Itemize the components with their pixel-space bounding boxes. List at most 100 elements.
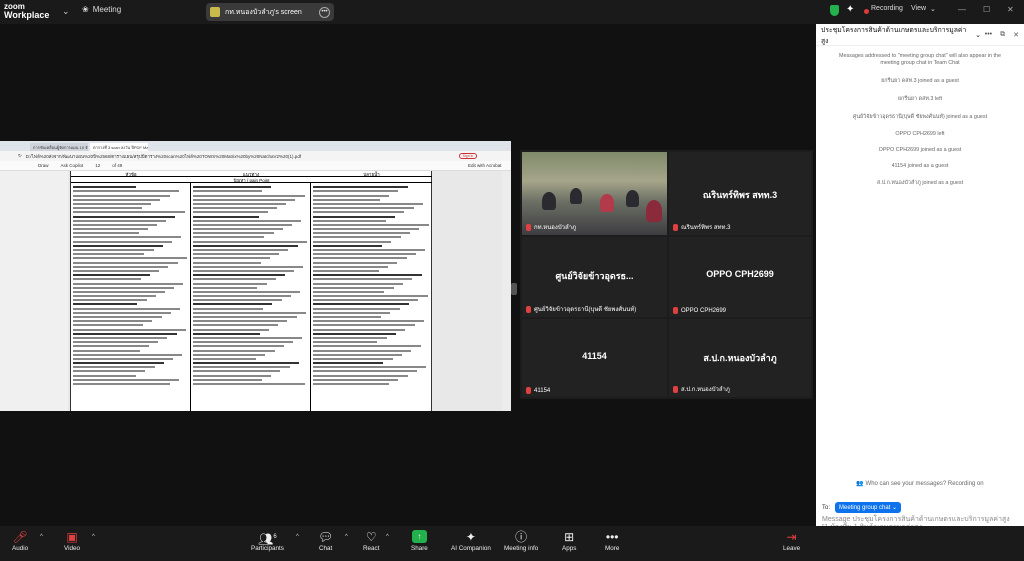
people-icon: 👥 [856,481,866,487]
video-tile[interactable]: ศูนย์วิจัยข้าวอุดรธ... ศูนย์วิจัยข้าวอุด… [522,237,667,317]
share-button[interactable]: ↑ Share [411,530,428,552]
video-tile[interactable]: ณรินทร์ทิพร สทท.3 ณรินทร์ทิพร สทท.3 [669,152,811,235]
apps-button[interactable]: ⊞ Apps [562,530,576,552]
pdf-text-line [313,295,428,298]
pdf-text-line [73,299,147,302]
meeting-info-button[interactable]: ⓘ Meeting info [504,530,538,552]
pdf-text-line [73,244,163,247]
pdf-text-line [193,311,306,314]
sign-in-button[interactable]: Sign in [459,153,477,159]
chat-chevron-icon[interactable]: ^ [345,534,348,540]
mic-muted-icon: 🎤︎ [12,530,28,544]
react-button[interactable]: ♡ React [363,530,379,552]
chat-recipient: To: Meeting group chat ⌄ [822,502,902,513]
pdf-text-line [193,236,265,239]
browser-tab-active[interactable]: ตารางที่ 3 scan ลงวัน ปีPDF Matrix [90,143,148,151]
pdf-text-line [73,341,159,344]
ai-spark-icon[interactable]: ✦ [846,4,854,15]
video-tile[interactable]: ส.ป.ก.หนองบัวลำภู ส.ป.ก.หนองบัวลำภู [669,319,811,397]
pdf-text-line [193,383,305,385]
pdf-text-line [73,324,144,327]
recipient-dropdown[interactable]: Meeting group chat ⌄ [835,502,902,513]
screen-share-pill[interactable]: กท.หนองบัวลำภู's screen ••• [206,3,334,21]
draw-tool[interactable]: Draw [38,163,49,168]
pdf-text-line [193,345,284,348]
popout-icon[interactable]: ⧉ [1000,31,1005,39]
pdf-text-line [73,269,160,272]
pdf-text-line [73,219,167,222]
pdf-text-line [193,265,304,268]
view-chevron-icon[interactable]: ⌄ [930,5,936,13]
pdf-text-line [193,295,291,298]
close-icon[interactable]: ✕ [1007,5,1014,14]
more-button[interactable]: ••• More [605,530,619,552]
pdf-text-line [73,336,168,339]
browser-tab[interactable]: การขับเคลื่อนผู้จัดการแผน 10 จังห [30,143,88,151]
pdf-text-line [193,332,260,335]
participants-button[interactable]: 👥︎6 Participants [251,530,284,552]
pdf-text-line [73,307,180,310]
pdf-column [311,183,432,411]
more-options-icon[interactable]: ••• [319,6,330,18]
pdf-scrollbar[interactable] [502,171,511,411]
video-tile[interactable]: กท.หนองบัวลำภู [522,152,667,235]
pdf-text-line [193,328,269,331]
page-total: of 49 [112,163,123,168]
video-tile[interactable]: 41154 41154 [522,319,667,397]
audio-options-chevron-icon[interactable]: ^ [40,534,43,540]
pdf-text-line [73,278,141,281]
pdf-text-line [193,316,297,318]
pdf-text-line [193,253,280,256]
security-shield-icon[interactable] [830,5,839,16]
pdf-text-line [73,186,137,189]
minimize-icon[interactable]: — [958,5,966,14]
pdf-viewer[interactable]: หัวข้อ แนวทาง ปลายน้ำ ปัญหา / pain Point [0,171,511,411]
pdf-text-line [193,290,300,293]
shared-screen[interactable]: การขับเคลื่อนผู้จัดการแผน 10 จังห ตารางท… [0,141,511,411]
meeting-controls: 🎤︎ Audio ^ ▣ Video ^ 👥︎6 Participants ^ 💬︎ C… [0,526,1024,561]
meeting-menu[interactable]: ❀ Meeting [82,5,121,14]
video-button[interactable]: ▣ Video [64,530,80,552]
video-tile[interactable]: OPPO CPH2699 OPPO CPH2699 [669,237,811,317]
copilot-button[interactable]: Ask Copilot [61,163,84,168]
react-icon: ♡ [365,530,377,544]
pdf-text-line [313,374,408,377]
address-bar[interactable]: ↻ D:/ไฟล์%20ส่งจาก/พัฒนาแผน%20ปี%2568/ตา… [0,151,511,161]
reload-icon[interactable]: ↻ [18,153,22,159]
pdf-text-line [313,219,386,222]
pdf-text-line [73,378,179,381]
chevron-down-icon[interactable]: ⌄ [62,6,70,17]
share-icon: ↑ [411,530,427,543]
chevron-down-icon[interactable]: ⌄ [975,31,981,39]
pdf-text-line [193,303,273,306]
chat-button[interactable]: 💬︎ Chat [318,530,333,552]
recording-status[interactable]: Recording [871,5,903,12]
page-number[interactable]: 12 [95,163,100,168]
participants-chevron-icon[interactable]: ^ [296,534,299,540]
leave-button[interactable]: ⇥ Leave [783,530,800,552]
pdf-text-line [73,357,174,360]
pdf-text-line [193,228,283,231]
pdf-text-line [73,240,172,243]
more-options-icon[interactable]: ••• [985,31,992,39]
video-options-chevron-icon[interactable]: ^ [92,534,95,540]
pdf-text-line [73,290,165,293]
chat-message: 41154 joined as a guest [891,163,949,169]
edit-acrobat-button[interactable]: Edit with Acrobat [468,163,502,168]
pdf-text-line [193,240,307,243]
close-icon[interactable]: ✕ [1013,31,1019,39]
pdf-text-line [313,332,397,335]
pdf-text-line [73,328,186,331]
ai-companion-button[interactable]: ✦ AI Companion [451,530,491,552]
react-chevron-icon[interactable]: ^ [386,534,389,540]
pdf-text-line [73,332,177,335]
chat-visibility-link[interactable]: 👥 Who can see your messages? Recording o… [816,480,1024,487]
view-menu[interactable]: View [911,5,926,12]
pdf-text-line [313,215,395,218]
maximize-icon[interactable]: ☐ [983,5,990,14]
pdf-text-line [73,353,183,356]
gallery-toggle-handle[interactable] [511,283,517,295]
audio-button[interactable]: 🎤︎ Audio [12,530,28,552]
pdf-text-line [73,249,154,251]
mic-muted-icon [673,223,678,231]
